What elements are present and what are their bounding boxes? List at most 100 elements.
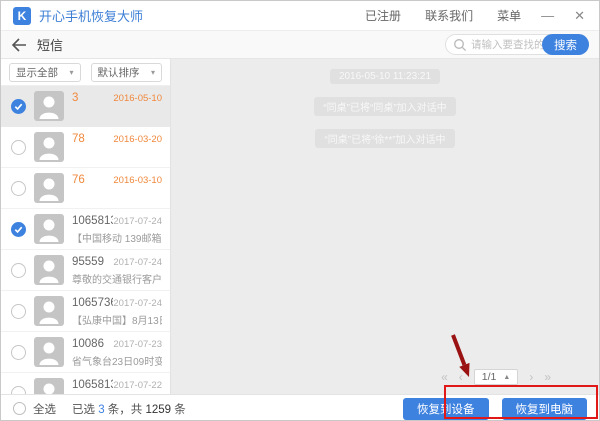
page-expand-icon: ▲	[503, 374, 510, 381]
row-text: 10657368686...2017-07-24 【弘康中国】8月13日赴瑞士.…	[64, 291, 170, 331]
restore-to-device-button[interactable]: 恢复到设备	[403, 398, 489, 420]
row-text: 782016-03-20	[64, 127, 170, 167]
message-preview: 尊敬的交通银行客户，特邀...	[72, 271, 162, 286]
date: 2017-07-23	[113, 339, 162, 350]
sender: 10086	[72, 338, 104, 350]
search-icon	[453, 38, 467, 52]
next-page-icon[interactable]: ›	[529, 371, 533, 383]
footer-bar: 全选 已选 3 条，共 1259 条 恢复到设备 恢复到电脑	[1, 394, 599, 421]
date: 2016-03-20	[113, 134, 162, 145]
date: 2017-07-24	[113, 216, 162, 227]
conversation-list: 3 2016-05-10 782016-03-20 76 2016-03-10	[1, 86, 170, 394]
row-text: 76 2016-03-10	[64, 168, 170, 208]
list-item[interactable]: 10086 2017-07-23 省气象台23日09时变更高温...	[1, 332, 170, 373]
sender: 10658139127...	[72, 379, 113, 391]
app-window: K 开心手机恢复大师 已注册 联系我们 菜单 — ✕ 短信 搜索 显示全部 ▾	[0, 0, 600, 421]
date: 2017-07-24	[113, 298, 162, 309]
row-checkbox[interactable]	[11, 386, 26, 395]
row-checkbox-checked[interactable]	[11, 99, 26, 114]
list-item[interactable]: 76 2016-03-10	[1, 168, 170, 209]
row-text: 10658139127...2017-07-22	[64, 373, 170, 394]
select-all-label[interactable]: 全选	[33, 401, 56, 417]
last-page-icon[interactable]: »	[544, 371, 551, 383]
row-text: 95559 2017-07-24 尊敬的交通银行客户，特邀...	[64, 250, 170, 290]
sort-dropdown[interactable]: 默认排序 ▾	[91, 63, 163, 82]
sort-label: 默认排序	[98, 65, 140, 80]
sender: 76	[72, 174, 85, 186]
selection-summary: 已选 3 条，共 1259 条	[72, 401, 186, 417]
filter-row: 显示全部 ▾ 默认排序 ▾	[1, 59, 170, 86]
list-item[interactable]: 3 2016-05-10	[1, 86, 170, 127]
date: 2016-03-10	[113, 175, 162, 186]
date: 2017-07-22	[113, 380, 162, 391]
app-title: 开心手机恢复大师	[39, 6, 143, 25]
row-text: 10658139127...2017-07-24 【中国移动 139邮箱】139…	[64, 209, 170, 249]
sender: 10658139127...	[72, 215, 113, 227]
list-item[interactable]: 782016-03-20	[1, 127, 170, 168]
body-area: 显示全部 ▾ 默认排序 ▾ 3 2016-05-10	[1, 59, 599, 394]
message-preview: 省气象台23日09时变更高温...	[72, 353, 162, 368]
menu-link[interactable]: 菜单	[497, 7, 521, 24]
list-item[interactable]: 10658139127...2017-07-24 【中国移动 139邮箱】139…	[1, 209, 170, 250]
back-button[interactable]	[11, 38, 27, 52]
message-preview: 【弘康中国】8月13日赴瑞士...	[72, 312, 162, 327]
avatar	[34, 173, 64, 203]
message-list-pane: 显示全部 ▾ 默认排序 ▾ 3 2016-05-10	[1, 59, 171, 394]
first-page-icon[interactable]: «	[441, 371, 448, 383]
message-preview: 【中国移动 139邮箱】139邮...	[72, 230, 162, 245]
select-all-checkbox[interactable]	[13, 402, 26, 415]
row-checkbox[interactable]	[11, 140, 26, 155]
search-button[interactable]: 搜索	[542, 34, 589, 55]
page-title: 短信	[37, 35, 63, 54]
app-logo-icon: K	[13, 7, 31, 25]
date: 2016-05-10	[113, 93, 162, 104]
contact-us-link[interactable]: 联系我们	[425, 7, 473, 24]
search-box: 搜索	[445, 34, 589, 55]
conversation-view: 2016-05-10 11:23:21 “同桌”已将“同桌”加入对话中 “同桌”…	[171, 59, 599, 148]
close-icon[interactable]: ✕	[574, 9, 585, 22]
back-arrow-icon	[11, 38, 27, 52]
row-checkbox[interactable]	[11, 263, 26, 278]
date: 2017-07-24	[113, 257, 162, 268]
page-selector[interactable]: 1/1 ▲	[474, 369, 519, 385]
sender: 10657368686...	[72, 297, 113, 309]
toolbar: 短信 搜索	[1, 31, 599, 59]
restore-to-pc-button[interactable]: 恢复到电脑	[502, 398, 588, 420]
message-detail-pane: 2016-05-10 11:23:21 “同桌”已将“同桌”加入对话中 “同桌”…	[171, 59, 599, 394]
prev-page-icon[interactable]: ‹	[459, 371, 463, 383]
row-checkbox[interactable]	[11, 345, 26, 360]
avatar	[34, 255, 64, 285]
row-checkbox-checked[interactable]	[11, 222, 26, 237]
avatar	[34, 132, 64, 162]
search-input[interactable]	[471, 39, 543, 51]
avatar	[34, 296, 64, 326]
chevron-down-icon: ▾	[151, 68, 155, 77]
title-bar: K 开心手机恢复大师 已注册 联系我们 菜单 — ✕	[1, 1, 599, 31]
system-message-bubble: “同桌”已将“同桌”加入对话中	[314, 97, 455, 116]
total-count: 1259	[146, 404, 172, 416]
system-message-bubble: “同桌”已将“徐**”加入对话中	[315, 129, 454, 148]
row-text: 10086 2017-07-23 省气象台23日09时变更高温...	[64, 332, 170, 372]
sender: 95559	[72, 256, 104, 268]
show-all-dropdown[interactable]: 显示全部 ▾	[9, 63, 81, 82]
list-item[interactable]: 10657368686...2017-07-24 【弘康中国】8月13日赴瑞士.…	[1, 291, 170, 332]
list-item[interactable]: 10658139127...2017-07-22	[1, 373, 170, 394]
show-all-label: 显示全部	[16, 65, 58, 80]
check-icon	[13, 101, 24, 112]
avatar	[34, 91, 64, 121]
page-indicator: 1/1	[482, 371, 497, 383]
list-item[interactable]: 95559 2017-07-24 尊敬的交通银行客户，特邀...	[1, 250, 170, 291]
avatar	[34, 214, 64, 244]
pagination: « ‹ 1/1 ▲ › »	[441, 369, 551, 385]
check-icon	[13, 224, 24, 235]
timestamp-bubble: 2016-05-10 11:23:21	[330, 69, 440, 84]
chevron-down-icon: ▾	[69, 68, 73, 77]
row-checkbox[interactable]	[11, 181, 26, 196]
row-checkbox[interactable]	[11, 304, 26, 319]
avatar	[34, 378, 64, 394]
minimize-icon[interactable]: —	[541, 9, 554, 22]
row-text: 3 2016-05-10	[64, 86, 170, 126]
sender: 3	[72, 92, 78, 104]
registered-link[interactable]: 已注册	[365, 7, 401, 24]
avatar	[34, 337, 64, 367]
